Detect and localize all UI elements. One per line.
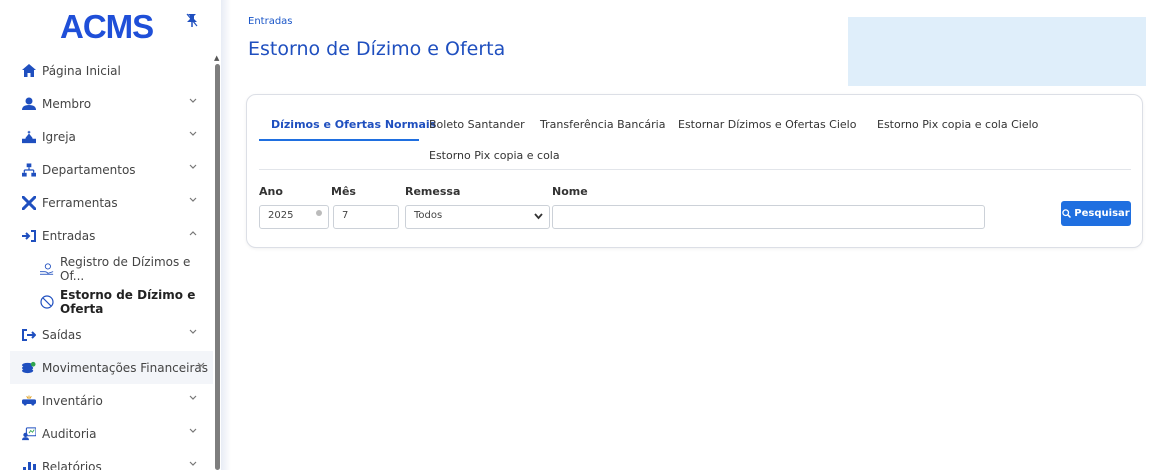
sidebar-item-estorno-dizimo[interactable]: Estorno de Dízimo e Oferta xyxy=(10,285,213,318)
tab-estornar-cielo[interactable]: Estornar Dízimos e Ofertas Cielo xyxy=(678,118,856,131)
tools-icon xyxy=(22,195,36,210)
sidebar-item-saidas[interactable]: Saídas xyxy=(10,318,213,351)
scroll-thumb[interactable] xyxy=(215,64,220,470)
tab-divider xyxy=(259,169,1131,170)
ano-value: 2025 xyxy=(268,210,294,221)
sidebar-item-entradas[interactable]: Entradas xyxy=(10,219,213,252)
nome-label: Nome xyxy=(552,185,588,198)
nome-input[interactable] xyxy=(552,205,985,229)
tab-dizimos-ofertas-normais[interactable]: Dízimos e Ofertas Normais xyxy=(271,118,436,131)
logo-row: ACMS xyxy=(0,0,215,48)
audit-icon xyxy=(22,426,36,441)
sidebar-item-registro-dizimos[interactable]: Registro de Dízimos e Of... xyxy=(10,252,213,285)
ban-icon xyxy=(40,294,54,309)
active-tab-indicator xyxy=(259,139,419,141)
mes-value: 7 xyxy=(342,210,349,221)
remessa-value: Todos xyxy=(414,210,443,221)
app-logo: ACMS xyxy=(60,8,154,45)
chevron-down-icon xyxy=(189,164,197,169)
sidebar-divider xyxy=(221,0,231,470)
mes-label: Mês xyxy=(331,185,356,198)
ano-input[interactable]: 2025 xyxy=(259,205,329,229)
chevron-down-icon xyxy=(189,428,197,433)
sidebar-item-label: Página Inicial xyxy=(42,63,121,78)
search-button[interactable]: Pesquisar xyxy=(1061,201,1131,226)
sidebar-item-label: Membro xyxy=(42,96,92,111)
sidebar-item-label: Departamentos xyxy=(42,162,136,177)
sidebar-item-movimentacoes[interactable]: Movimentações Financeiras xyxy=(10,351,213,384)
search-button-label: Pesquisar xyxy=(1074,208,1130,219)
tab-estorno-pix-cielo[interactable]: Estorno Pix copia e cola Cielo xyxy=(877,118,1038,131)
sidebar-nav: Página Inicial Membro Igreja Departament… xyxy=(10,54,213,470)
remessa-label: Remessa xyxy=(405,185,461,198)
sidebar-item-label: Relatórios xyxy=(42,459,102,470)
sidebar-item-relatorios[interactable]: Relatórios xyxy=(10,450,213,470)
inventory-icon xyxy=(22,394,36,408)
sidebar-item-label: Estorno de Dízimo e Oferta xyxy=(60,287,196,316)
ano-label: Ano xyxy=(259,185,283,198)
sidebar-item-pagina-inicial[interactable]: Página Inicial xyxy=(10,54,213,87)
sidebar-item-label: Entradas xyxy=(42,228,96,243)
sign-out-icon xyxy=(22,328,36,342)
scroll-up-icon[interactable]: ▲ xyxy=(214,54,219,62)
sidebar-item-membro[interactable]: Membro xyxy=(10,87,213,120)
page-title: Estorno de Dízimo e Oferta xyxy=(248,38,506,60)
header-banner xyxy=(848,17,1146,86)
sidebar-item-label: Movimentações Financeiras xyxy=(42,360,209,375)
search-icon xyxy=(1062,209,1072,218)
remessa-select[interactable]: Todos xyxy=(405,205,550,229)
tab-estorno-pix[interactable]: Estorno Pix copia e cola xyxy=(429,149,560,162)
tab-boleto-santander[interactable]: Boleto Santander xyxy=(429,118,525,131)
sidebar-item-label: Inventário xyxy=(42,393,103,408)
chevron-down-icon xyxy=(189,197,197,202)
chevron-down-icon xyxy=(189,461,197,466)
chevron-down-icon xyxy=(189,329,197,334)
breadcrumb[interactable]: Entradas xyxy=(248,16,293,27)
sidebar-item-ferramentas[interactable]: Ferramentas xyxy=(10,186,213,219)
sidebar: ACMS Página Inicial Membro Igreja Depart… xyxy=(0,0,215,470)
filter-card: Dízimos e Ofertas Normais Boleto Santand… xyxy=(246,94,1143,248)
sidebar-item-label: Saídas xyxy=(42,327,82,342)
tab-transferencia-bancaria[interactable]: Transferência Bancária xyxy=(540,118,665,131)
pin-icon[interactable] xyxy=(186,12,198,31)
church-icon xyxy=(22,130,36,144)
chevron-down-icon xyxy=(189,98,197,103)
user-icon xyxy=(22,97,36,111)
sidebar-item-inventario[interactable]: Inventário xyxy=(10,384,213,417)
home-icon xyxy=(22,64,36,78)
sidebar-item-label: Auditoria xyxy=(42,426,97,441)
hand-coin-icon xyxy=(40,262,54,276)
spinner-icon[interactable] xyxy=(316,210,322,216)
bar-chart-icon xyxy=(22,460,36,470)
sidebar-item-label: Registro de Dízimos e Of... xyxy=(60,254,191,283)
chevron-down-icon xyxy=(534,213,543,220)
sidebar-item-label: Igreja xyxy=(42,129,76,144)
chevron-down-icon xyxy=(197,362,205,367)
coins-icon xyxy=(22,361,36,375)
sidebar-item-departamentos[interactable]: Departamentos xyxy=(10,153,213,186)
chevron-down-icon xyxy=(189,395,197,400)
org-chart-icon xyxy=(22,162,36,177)
mes-input[interactable]: 7 xyxy=(333,205,399,229)
sidebar-item-label: Ferramentas xyxy=(42,195,118,210)
sidebar-item-auditoria[interactable]: Auditoria xyxy=(10,417,213,450)
sign-in-icon xyxy=(22,229,36,243)
chevron-up-icon xyxy=(189,231,197,236)
chevron-down-icon xyxy=(189,131,197,136)
main-content: Entradas Estorno de Dízimo e Oferta Dízi… xyxy=(232,0,1149,470)
sidebar-scrollbar[interactable]: ▲ xyxy=(213,54,221,470)
sidebar-item-igreja[interactable]: Igreja xyxy=(10,120,213,153)
